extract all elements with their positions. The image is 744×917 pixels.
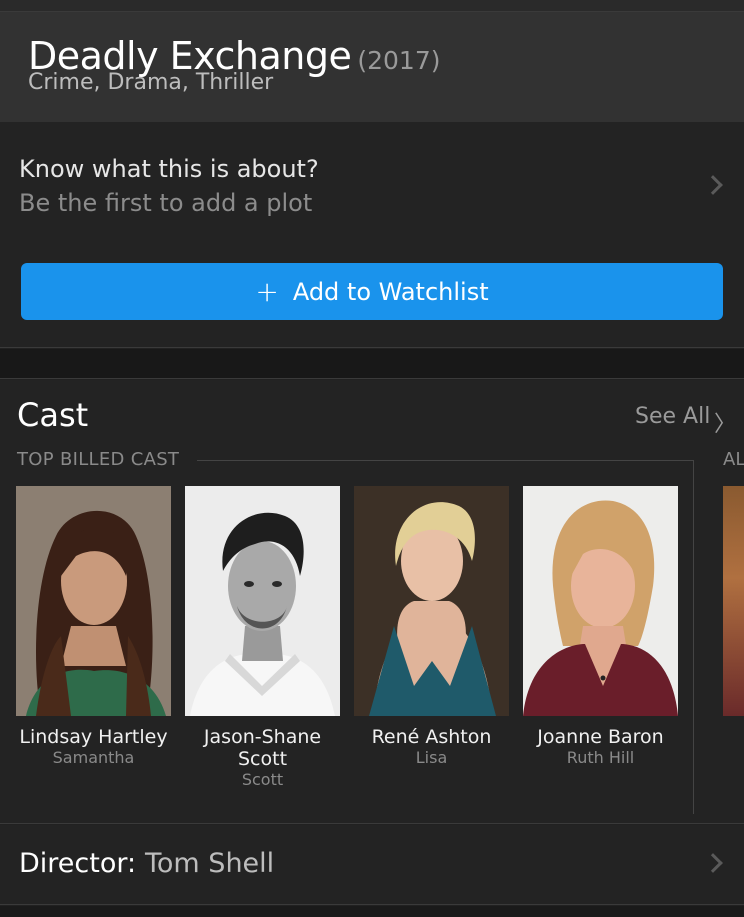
cast-role: Scott: [241, 770, 284, 789]
movie-year: (2017): [357, 46, 441, 75]
section-divider: [0, 349, 744, 379]
chevron-right-icon: [703, 175, 723, 195]
cast-photo: [523, 486, 678, 716]
title-bar: Deadly Exchange (2017) Crime, Drama, Thri…: [0, 12, 744, 122]
cast-photo: [185, 486, 340, 716]
chevron-right-icon: [703, 853, 723, 873]
movie-genres: Crime, Drama, Thriller: [28, 70, 274, 95]
cast-role: Lisa: [415, 748, 448, 767]
add-to-watchlist-button[interactable]: + Add to Watchlist: [21, 263, 723, 320]
plus-icon: +: [255, 274, 279, 308]
watchlist-button-label: Add to Watchlist: [292, 277, 489, 306]
chevron-right-icon: 〉: [714, 412, 737, 437]
see-all-link[interactable]: See All: [635, 404, 710, 429]
cast-photo[interactable]: [723, 486, 744, 716]
cast-name: Joanne Baron: [537, 726, 664, 748]
divider: [693, 460, 694, 814]
next-group-label: AL: [723, 449, 744, 470]
cast-photo: [16, 486, 171, 716]
cast-section: Cast See All 〉 TOP BILLED CAST AL Lindsa…: [0, 380, 744, 824]
director-row[interactable]: Director: Tom Shell: [0, 825, 744, 905]
top-strip: [0, 0, 744, 12]
cast-name: René Ashton: [371, 726, 492, 748]
add-plot-row[interactable]: Know what this is about? Be the first to…: [0, 122, 744, 250]
cast-name: Jason-Shane Scott: [203, 726, 322, 770]
cast-role: Samantha: [52, 748, 135, 767]
director-name: Tom Shell: [145, 848, 275, 879]
plot-subtext: Be the first to add a plot: [19, 189, 313, 217]
divider: [197, 460, 693, 461]
bottom-band: [0, 906, 744, 917]
cast-heading: Cast: [17, 396, 89, 434]
cast-photo: [354, 486, 509, 716]
cast-name: Lindsay Hartley: [19, 726, 168, 748]
top-billed-cast-label: TOP BILLED CAST: [17, 449, 180, 470]
cast-role: Ruth Hill: [566, 748, 635, 767]
plot-section: Know what this is about? Be the first to…: [0, 122, 744, 348]
plot-heading: Know what this is about?: [19, 155, 319, 183]
director-label: Director:: [19, 848, 137, 879]
